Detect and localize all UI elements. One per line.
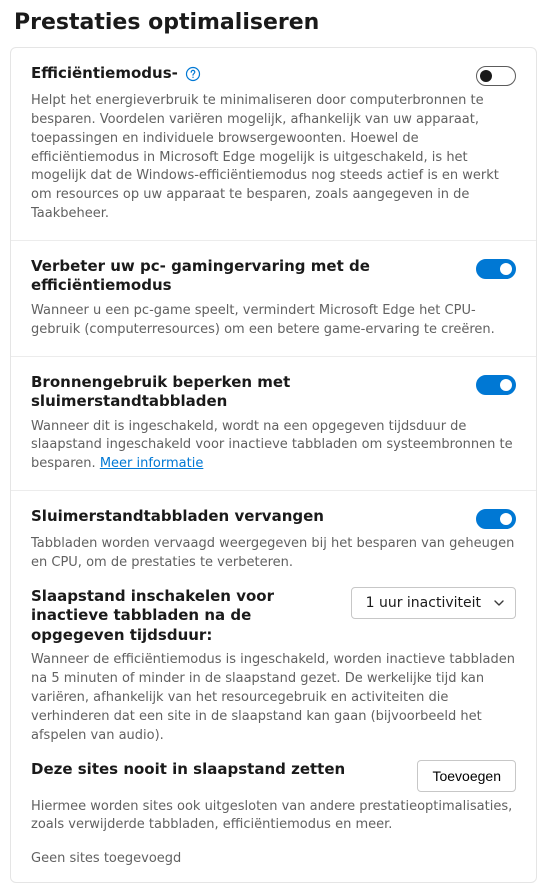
chevron-down-icon xyxy=(493,597,505,609)
gaming-section: Verbeter uw pc- gamingervaring met de ef… xyxy=(11,241,536,357)
sleeping-tabs-title: Bronnengebruik beperken met sluimerstand… xyxy=(31,373,460,412)
efficiency-title: Efficiëntiemodus- xyxy=(31,64,178,84)
sleep-after-selected: 1 uur inactiviteit xyxy=(366,595,481,611)
sleep-after-description: Wanneer de efficiëntiemodus is ingeschak… xyxy=(31,651,516,745)
never-sleep-title: Deze sites nooit in slaapstand zetten xyxy=(31,760,401,780)
never-sleep-description: Hiermee worden sites ook uitgesloten van… xyxy=(31,798,516,836)
sleeping-tabs-description: Wanneer dit is ingeschakeld, wordt na ee… xyxy=(31,418,516,475)
sleeping-tabs-section: Bronnengebruik beperken met sluimerstand… xyxy=(11,357,536,492)
sleep-after-title: Slaapstand inschakelen voor inactieve ta… xyxy=(31,587,335,646)
fade-and-more-section: Sluimerstandtabbladen vervangen Tabblade… xyxy=(11,491,536,882)
gaming-toggle[interactable] xyxy=(476,259,516,279)
fade-description: Tabbladen worden vervaagd weergegeven bi… xyxy=(31,535,516,573)
sleep-after-select[interactable]: 1 uur inactiviteit xyxy=(351,587,516,619)
never-sleep-empty: Geen sites toegevoegd xyxy=(31,851,516,866)
fade-title: Sluimerstandtabbladen vervangen xyxy=(31,507,460,527)
gaming-description: Wanneer u een pc-game speelt, vermindert… xyxy=(31,302,516,340)
add-site-button[interactable]: Toevoegen xyxy=(417,760,516,792)
efficiency-description: Helpt het energieverbruik te minimaliser… xyxy=(31,92,516,224)
fade-toggle[interactable] xyxy=(476,509,516,529)
more-info-link[interactable]: Meer informatie xyxy=(100,456,204,471)
efficiency-toggle[interactable] xyxy=(476,66,516,86)
page-title: Prestaties optimaliseren xyxy=(10,10,537,35)
help-icon[interactable] xyxy=(184,65,202,83)
sleeping-tabs-toggle[interactable] xyxy=(476,375,516,395)
efficiency-section: Efficiëntiemodus- Helpt het energieverbr… xyxy=(11,48,536,241)
efficiency-title-row: Efficiëntiemodus- xyxy=(31,64,460,84)
gaming-title: Verbeter uw pc- gamingervaring met de ef… xyxy=(31,257,460,296)
